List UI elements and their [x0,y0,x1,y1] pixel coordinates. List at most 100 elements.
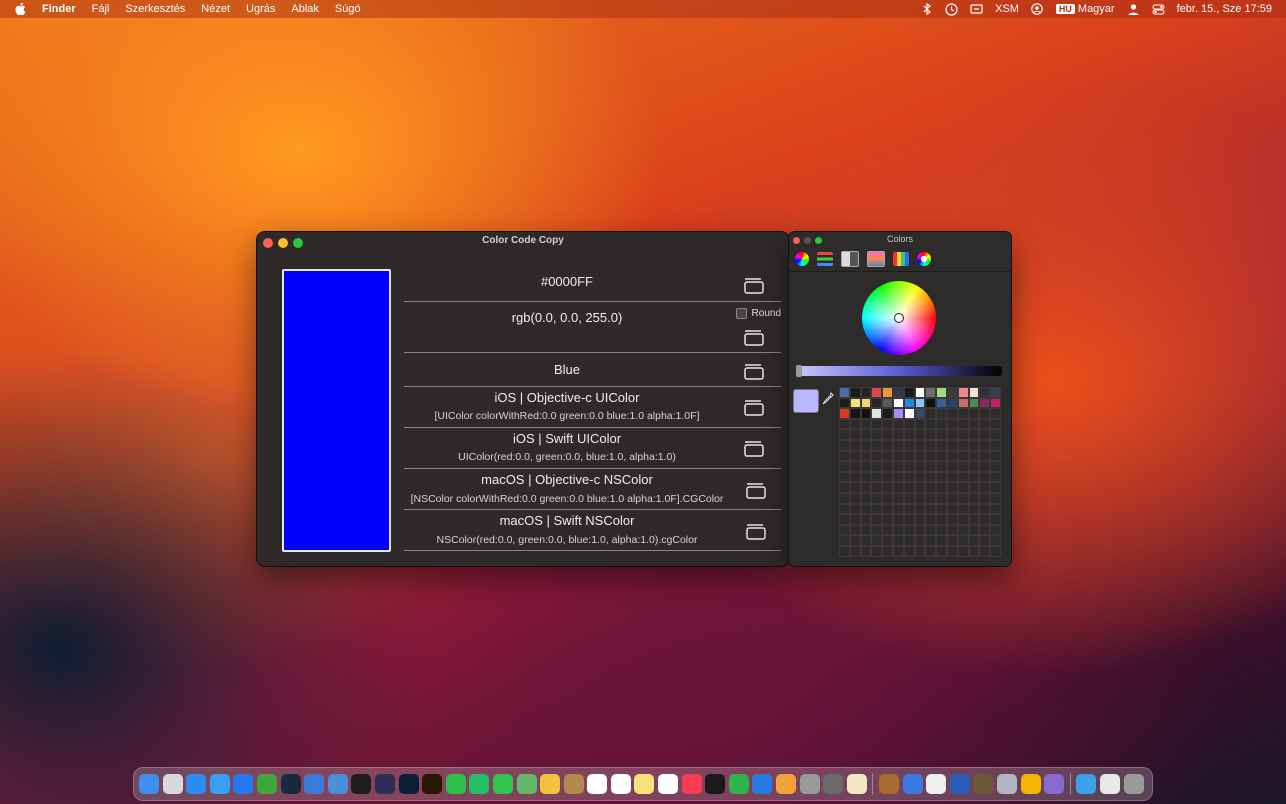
palette-swatch[interactable] [849,492,861,504]
palette-swatch[interactable] [871,514,883,525]
palette-swatch[interactable] [990,439,1001,451]
palette-swatch[interactable] [925,450,937,462]
folder-icon[interactable] [1076,774,1097,794]
palette-swatch[interactable] [925,418,937,430]
palette-swatch[interactable] [849,408,861,419]
palette-swatch[interactable] [968,535,980,546]
palette-swatch[interactable] [882,418,893,430]
palette-swatch[interactable] [946,524,958,536]
palette-swatch[interactable] [979,524,991,536]
palette-swatch[interactable] [892,418,904,430]
palette-swatch[interactable] [903,535,915,546]
palette-swatch[interactable] [882,545,893,557]
palette-swatch[interactable] [892,439,904,451]
palette-swatch[interactable] [946,397,958,409]
palette-swatch[interactable] [914,387,926,398]
copy-hex-button[interactable] [740,276,768,296]
palette-swatch[interactable] [946,450,958,462]
palette-swatch[interactable] [871,545,883,557]
palette-swatch[interactable] [849,418,861,430]
palette-swatch[interactable] [849,461,861,472]
system-settings-icon[interactable] [799,774,820,794]
palette-swatch[interactable] [871,397,883,409]
palette-swatch[interactable] [914,545,926,557]
palette-swatch[interactable] [957,514,969,525]
palette-swatch[interactable] [925,397,937,409]
palette-swatch[interactable] [957,545,969,557]
palette-swatch[interactable] [839,429,850,440]
palette-swatch[interactable] [979,514,991,525]
palette-swatch[interactable] [903,439,915,451]
bluetooth-icon[interactable] [920,3,933,16]
wheel-cursor-icon[interactable] [894,313,904,323]
palette-swatch[interactable] [968,418,980,430]
palette-swatch[interactable] [839,535,850,546]
palette-swatch[interactable] [946,439,958,451]
palette-swatch[interactable] [882,397,893,409]
palette-swatch[interactable] [871,387,883,398]
palette-swatch[interactable] [946,461,958,472]
image-palettes-icon[interactable] [867,251,885,267]
palette-swatch[interactable] [957,492,969,504]
palette-swatch[interactable] [925,429,937,440]
palette-swatch[interactable] [936,429,947,440]
palette-swatch[interactable] [860,545,872,557]
palette-swatch[interactable] [903,503,915,515]
chat-app-icon[interactable] [902,774,923,794]
palette-swatch[interactable] [925,461,937,472]
palette-swatch[interactable] [839,418,850,430]
palette-swatch[interactable] [990,418,1001,430]
palette-swatch[interactable] [860,429,872,440]
mail-icon[interactable] [186,774,207,794]
palette-swatch[interactable] [979,418,991,430]
palette-swatch[interactable] [914,535,926,546]
palette-swatch[interactable] [990,450,1001,462]
color-preview-swatch[interactable] [282,269,391,552]
sliders-icon[interactable] [817,252,833,266]
palette-swatch[interactable] [990,492,1001,504]
palette-swatch[interactable] [860,471,872,483]
menu-go[interactable]: Ugrás [246,3,275,15]
scanner-icon[interactable] [996,774,1017,794]
palette-swatch[interactable] [903,450,915,462]
palette-swatch[interactable] [882,535,893,546]
user-account-icon[interactable] [1031,3,1044,16]
palette-swatch[interactable] [914,418,926,430]
preview-icon[interactable] [327,774,348,794]
palette-swatch[interactable] [871,535,883,546]
round-option[interactable]: Round [735,308,781,319]
maps-icon[interactable] [516,774,537,794]
menu-file[interactable]: Fájl [92,3,110,15]
palette-swatch[interactable] [849,439,861,451]
palette-swatch[interactable] [882,482,893,493]
palette-swatch[interactable] [849,471,861,483]
palette-swatch[interactable] [946,429,958,440]
pencils-icon[interactable] [893,252,909,266]
palette-swatch[interactable] [903,524,915,536]
palette-swatch[interactable] [946,387,958,398]
palette-swatch[interactable] [957,461,969,472]
palette-swatch[interactable] [839,450,850,462]
palette-swatch[interactable] [979,461,991,472]
palette-swatch[interactable] [979,535,991,546]
palette-swatch[interactable] [839,461,850,472]
terminal-icon[interactable] [351,774,372,794]
palette-swatch[interactable] [849,397,861,409]
palette-swatch[interactable] [860,418,872,430]
palette-swatch[interactable] [860,439,872,451]
palette-swatch[interactable] [839,514,850,525]
palette-swatch[interactable] [839,524,850,536]
palette-swatch[interactable] [839,439,850,451]
palette-swatch[interactable] [936,397,947,409]
palette-swatch[interactable] [882,450,893,462]
palette-swatch[interactable] [849,429,861,440]
clock[interactable]: febr. 15., Sze 17:59 [1177,3,1272,15]
palette-swatch[interactable] [990,397,1001,409]
notes-icon[interactable] [634,774,655,794]
palette-swatch[interactable] [871,482,883,493]
color-wheel[interactable] [862,281,936,355]
palette-swatch[interactable] [914,429,926,440]
palette-swatch[interactable] [990,524,1001,536]
bird-app-icon[interactable] [973,774,994,794]
photoshop-icon[interactable] [398,774,419,794]
